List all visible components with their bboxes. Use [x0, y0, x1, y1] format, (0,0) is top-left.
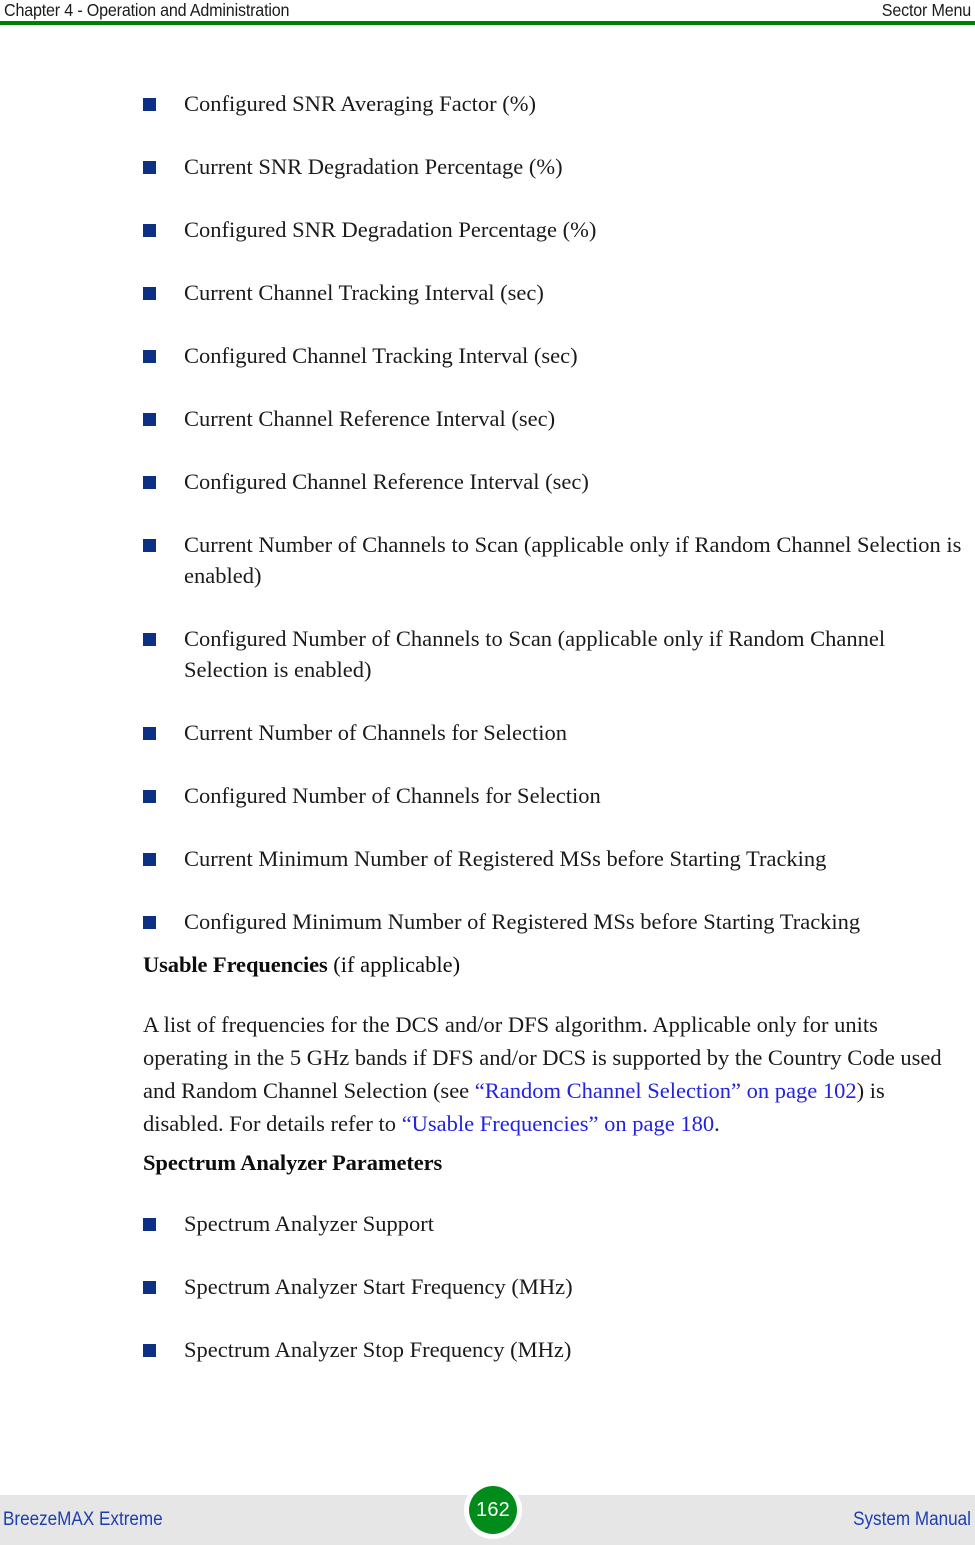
list-item: Current Number of Channels for Selection: [143, 717, 567, 748]
section-usable-frequencies: Usable Frequencies (if applicable): [0, 950, 975, 980]
list-item: Configured Number of Channels for Select…: [143, 780, 601, 811]
body-paragraph: A list of frequencies for the DCS and/or…: [143, 1008, 961, 1140]
square-bullet-icon: [143, 727, 156, 740]
paragraph-usable-frequencies: A list of frequencies for the DCS and/or…: [0, 1008, 975, 1140]
square-bullet-icon: [143, 161, 156, 174]
list-item-label: Configured Channel Reference Interval (s…: [184, 469, 589, 494]
square-bullet-icon: [143, 476, 156, 489]
document-page: Chapter 4 - Operation and Administration…: [0, 0, 975, 1545]
cross-reference-link-usable-frequencies[interactable]: “Usable Frequencies” on page 180: [402, 1111, 714, 1136]
square-bullet-icon: [143, 413, 156, 426]
square-bullet-icon: [143, 853, 156, 866]
list-item-label: Current Minimum Number of Registered MSs…: [184, 846, 827, 871]
cross-reference-link-random-channel-selection[interactable]: “Random Channel Selection” on page 102: [475, 1078, 857, 1103]
subsection-heading-suffix: (if applicable): [327, 952, 461, 977]
list-item-label: Current Number of Channels to Scan (appl…: [184, 532, 962, 588]
page-number-badge: 162: [464, 1481, 522, 1539]
list-item: Configured SNR Averaging Factor (%): [143, 88, 536, 119]
list-item-label: Spectrum Analyzer Support: [184, 1211, 434, 1236]
list-item-label: Configured Number of Channels to Scan (a…: [184, 626, 886, 682]
header-chapter-title: Chapter 4 - Operation and Administration: [4, 0, 290, 20]
list-item: Current SNR Degradation Percentage (%): [143, 151, 563, 182]
paragraph-text-part-3: .: [714, 1111, 720, 1136]
list-item: Current Minimum Number of Registered MSs…: [143, 843, 826, 874]
list-item: Configured Number of Channels to Scan (a…: [143, 623, 965, 685]
list-item-label: Spectrum Analyzer Stop Frequency (MHz): [184, 1337, 572, 1362]
list-item: Spectrum Analyzer Start Frequency (MHz): [143, 1271, 573, 1302]
footer-product-name: BreezeMAX Extreme: [3, 1509, 163, 1530]
square-bullet-icon: [143, 287, 156, 300]
list-item-label: Current Channel Reference Interval (sec): [184, 406, 556, 431]
list-item: Current Number of Channels to Scan (appl…: [143, 529, 965, 591]
list-item: Configured SNR Degradation Percentage (%…: [143, 214, 596, 245]
list-item-label: Configured SNR Averaging Factor (%): [184, 91, 537, 116]
list-item: Configured Channel Reference Interval (s…: [143, 466, 589, 497]
square-bullet-icon: [143, 539, 156, 552]
square-bullet-icon: [143, 633, 156, 646]
page-header: Chapter 4 - Operation and Administration…: [0, 0, 975, 26]
list-item-label: Configured Channel Tracking Interval (se…: [184, 343, 578, 368]
square-bullet-icon: [143, 1281, 156, 1294]
square-bullet-icon: [143, 1344, 156, 1357]
footer-document-title: System Manual: [853, 1509, 971, 1530]
list-item-label: Configured Number of Channels for Select…: [184, 783, 601, 808]
list-item-label: Configured Minimum Number of Registered …: [184, 909, 861, 934]
square-bullet-icon: [143, 916, 156, 929]
list-item: Current Channel Reference Interval (sec): [143, 403, 555, 434]
header-rule: [0, 21, 975, 25]
list-item: Configured Minimum Number of Registered …: [143, 906, 860, 937]
section-spectrum-analyzer: Spectrum Analyzer Parameters: [0, 1148, 975, 1178]
square-bullet-icon: [143, 1218, 156, 1231]
subsection-heading-spectrum-analyzer: Spectrum Analyzer Parameters: [143, 1148, 965, 1178]
page-number-label: 162: [476, 1498, 510, 1521]
list-item: Spectrum Analyzer Stop Frequency (MHz): [143, 1334, 571, 1365]
square-bullet-icon: [143, 98, 156, 111]
header-section-title: Sector Menu: [881, 0, 971, 20]
list-item-label: Configured SNR Degradation Percentage (%…: [184, 217, 597, 242]
list-item-label: Current SNR Degradation Percentage (%): [184, 154, 563, 179]
subsection-heading-usable-frequencies: Usable Frequencies (if applicable): [143, 950, 965, 980]
subsection-heading-bold-text: Usable Frequencies: [143, 952, 328, 977]
list-item-label: Current Number of Channels for Selection: [184, 720, 568, 745]
square-bullet-icon: [143, 224, 156, 237]
subsection-heading-bold-text: Spectrum Analyzer Parameters: [143, 1150, 443, 1175]
square-bullet-icon: [143, 790, 156, 803]
list-item-label: Current Channel Tracking Interval (sec): [184, 280, 544, 305]
list-item-label: Spectrum Analyzer Start Frequency (MHz): [184, 1274, 573, 1299]
square-bullet-icon: [143, 350, 156, 363]
page-footer: BreezeMAX Extreme 162 System Manual: [0, 1481, 975, 1545]
list-item: Current Channel Tracking Interval (sec): [143, 277, 544, 308]
list-item: Configured Channel Tracking Interval (se…: [143, 340, 578, 371]
list-item: Spectrum Analyzer Support: [143, 1208, 434, 1239]
